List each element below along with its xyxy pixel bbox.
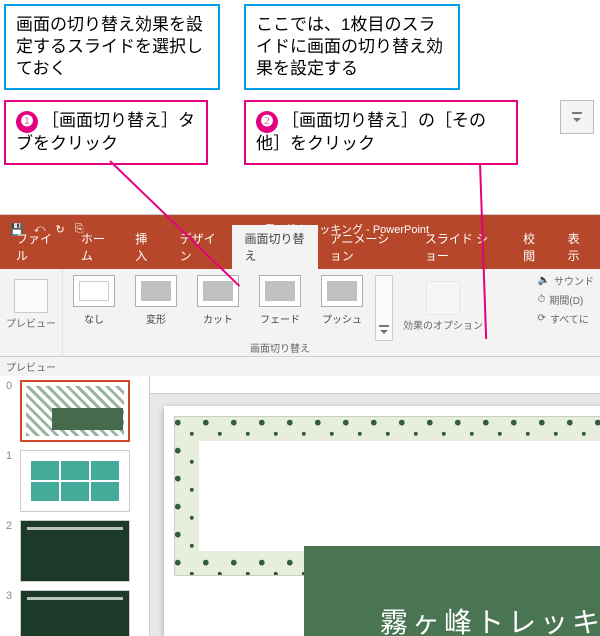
thumbnail-1-row[interactable]: 1 <box>0 446 149 516</box>
tab-file[interactable]: ファイル <box>4 225 69 269</box>
thumbnail-3[interactable] <box>20 590 130 636</box>
step2-text: ［画面切り替え］の［その他］をクリック <box>256 111 486 153</box>
effect-options-button[interactable] <box>426 281 460 315</box>
workspace: 0 1 2 3 霧ヶ峰トレッキ <box>0 376 600 636</box>
tab-slideshow[interactable]: スライド ショー <box>413 225 511 269</box>
tab-review[interactable]: 校閲 <box>511 225 555 269</box>
thumbnail-0-row[interactable]: 0 <box>0 376 149 446</box>
thumbnail-2-row[interactable]: 2 <box>0 516 149 586</box>
preview-button[interactable] <box>14 279 48 313</box>
slide-title-box[interactable]: 霧ヶ峰トレッキ <box>304 546 600 636</box>
thumbnail-1[interactable] <box>20 450 130 512</box>
slide-canvas[interactable]: 霧ヶ峰トレッキ <box>150 376 600 636</box>
ribbon-section-label: 画面切り替え <box>250 340 310 355</box>
ribbon-preview-group: プレビュー <box>0 269 63 356</box>
slide-thumbnails: 0 1 2 3 <box>0 376 150 636</box>
horizontal-ruler <box>150 376 600 394</box>
more-icon <box>570 110 584 124</box>
callout-step2: ❷［画面切り替え］の［その他］をクリック <box>244 100 518 165</box>
tab-transitions[interactable]: 画面切り替え <box>232 225 317 269</box>
tab-animations[interactable]: アニメーション <box>318 225 413 269</box>
powerpoint-window: 💾 ⤺ ↻ ⎘ 霧ヶ峰トレッキング - PowerPoint ファイル ホーム … <box>0 214 600 617</box>
tab-insert[interactable]: 挿入 <box>123 225 167 269</box>
preview-label: プレビュー <box>6 315 56 330</box>
ribbon: プレビュー なし 変形 カット フェード プッシュ 効果のオプション 画面切り替… <box>0 269 600 357</box>
opt-duration[interactable]: ⏱ 期間(D) <box>538 292 594 307</box>
callout-first-slide: ここでは、1枚目のスライドに画面の切り替え効果を設定する <box>244 4 460 90</box>
effect-options-group: 効果のオプション <box>397 275 489 336</box>
current-slide[interactable]: 霧ヶ峰トレッキ <box>164 406 600 636</box>
transition-none[interactable]: なし <box>65 275 123 326</box>
transition-gallery-more[interactable] <box>375 275 393 341</box>
chevron-down-icon <box>378 324 390 336</box>
step2-badge: ❷ <box>256 111 278 133</box>
effect-options-label: 効果のオプション <box>403 317 483 332</box>
thumbnail-2-num: 2 <box>6 520 16 532</box>
panel-label: プレビュー <box>0 357 600 376</box>
more-button-sample <box>560 100 594 134</box>
thumbnail-2[interactable] <box>20 520 130 582</box>
thumbnail-1-num: 1 <box>6 450 16 462</box>
tab-home[interactable]: ホーム <box>69 225 123 269</box>
tab-view[interactable]: 表示 <box>556 225 600 269</box>
transition-morph[interactable]: 変形 <box>127 275 185 326</box>
transition-push[interactable]: プッシュ <box>313 275 371 326</box>
thumbnail-0[interactable] <box>20 380 130 442</box>
opt-sound[interactable]: 🔈 サウンド <box>538 273 594 288</box>
callout-step1: ❶［画面切り替え］タブをクリック <box>4 100 208 165</box>
transition-fade[interactable]: フェード <box>251 275 309 326</box>
thumbnail-3-row[interactable]: 3 <box>0 586 149 636</box>
opt-applyall[interactable]: ⟳ すべてに <box>538 311 594 326</box>
ribbon-timing-group: 🔈 サウンド ⏱ 期間(D) ⟳ すべてに <box>532 269 600 356</box>
callout-select-slide: 画面の切り替え効果を設定するスライドを選択しておく <box>4 4 220 90</box>
ribbon-tabs: ファイル ホーム 挿入 デザイン 画面切り替え アニメーション スライド ショー… <box>0 243 600 269</box>
thumbnail-3-num: 3 <box>6 590 16 602</box>
step1-badge: ❶ <box>16 111 38 133</box>
transition-gallery: なし 変形 カット フェード プッシュ 効果のオプション <box>63 269 532 347</box>
step1-text: ［画面切り替え］タブをクリック <box>16 111 195 153</box>
thumbnail-0-num: 0 <box>6 380 16 392</box>
